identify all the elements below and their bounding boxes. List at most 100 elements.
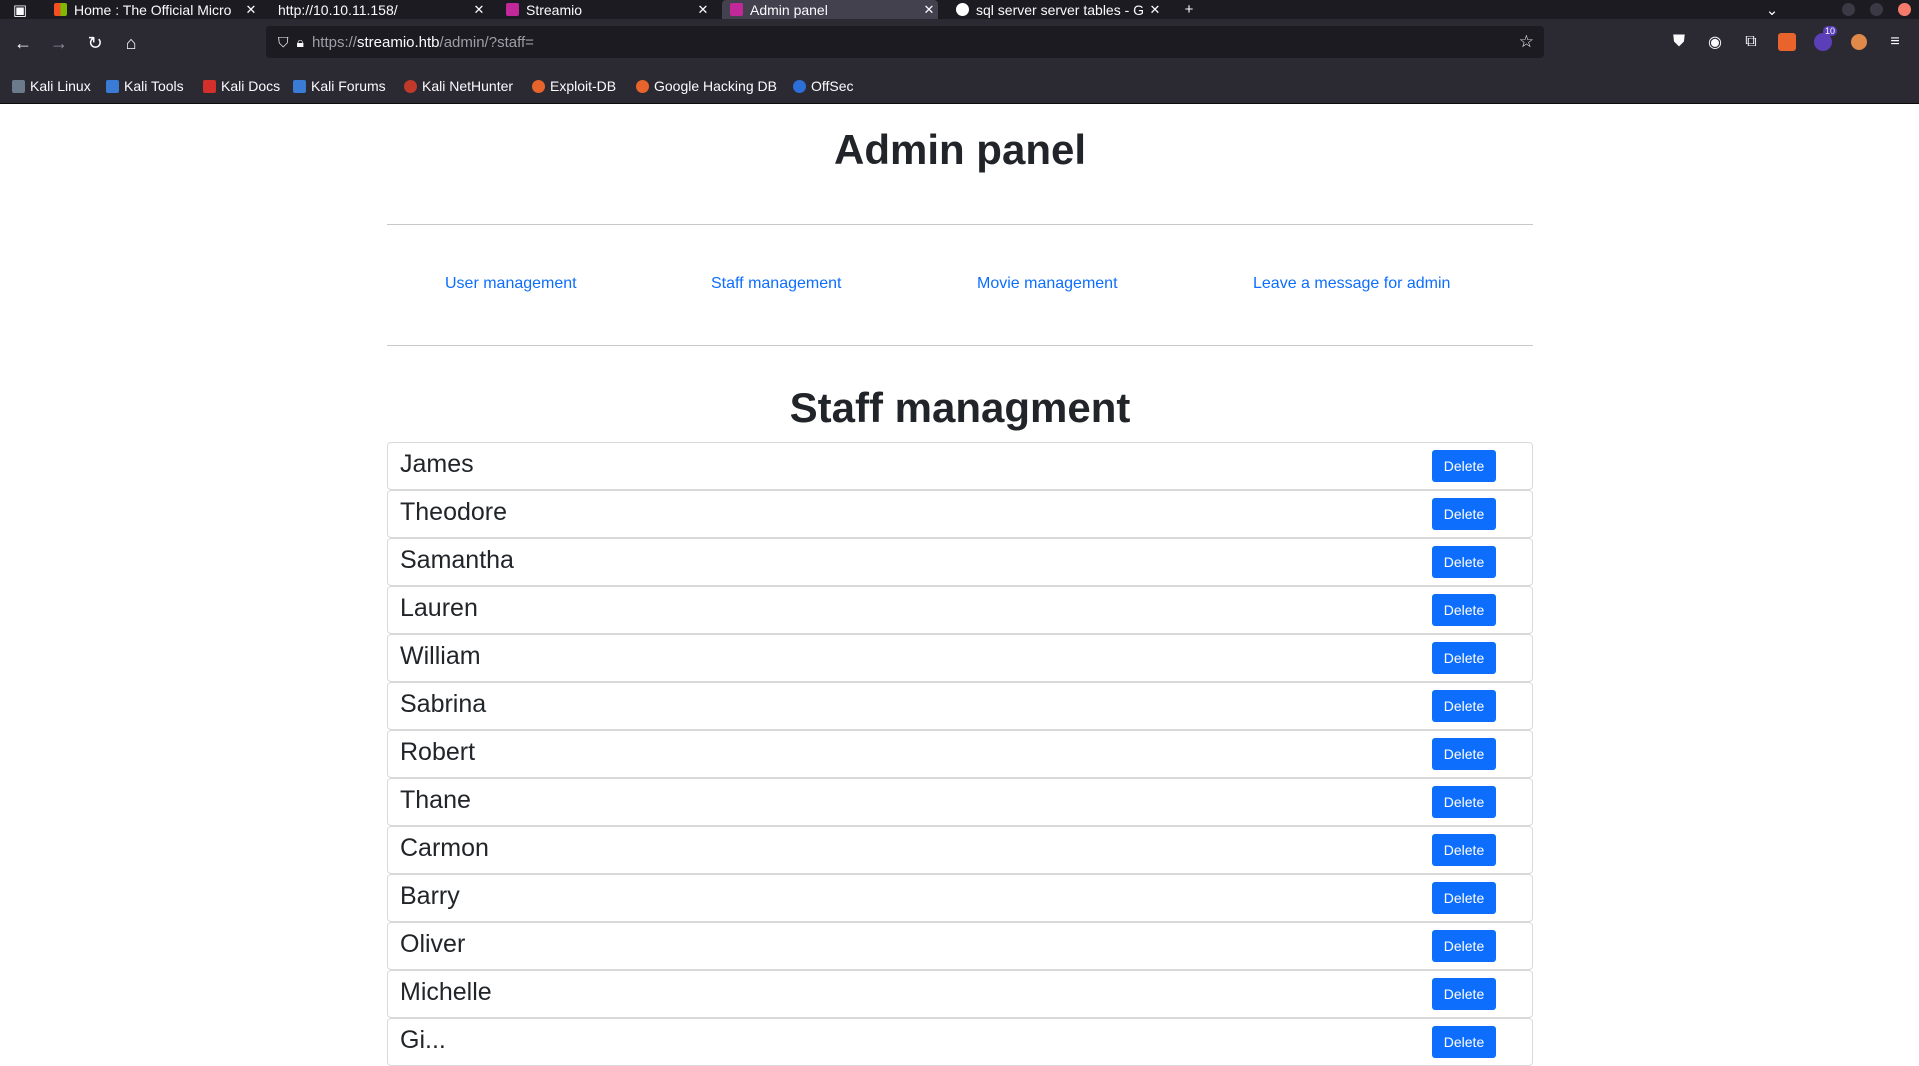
bookmark-label: Exploit-DB: [550, 78, 617, 94]
staff-row: Theodore Delete: [387, 490, 1533, 538]
google-logo-icon: [956, 3, 969, 16]
staff-row: Lauren Delete: [387, 586, 1533, 634]
bookmark-label: Kali NetHunter: [422, 78, 514, 94]
divider: [387, 345, 1533, 346]
kali-docs-icon: [203, 79, 216, 93]
staff-name: Sabrina: [400, 690, 487, 718]
delete-button[interactable]: Delete: [1432, 642, 1496, 674]
tab-microsoft[interactable]: Home : The Official Micro ✕: [46, 0, 260, 19]
nav-user-management-link[interactable]: User management: [445, 275, 577, 293]
url-path: /admin/?staff=: [439, 33, 534, 51]
delete-button[interactable]: Delete: [1432, 498, 1496, 530]
account-icon[interactable]: ◉: [1703, 30, 1727, 54]
tab-title: Admin panel: [750, 1, 828, 18]
staff-row: Samantha Delete: [387, 538, 1533, 586]
delete-button[interactable]: Delete: [1432, 690, 1496, 722]
tab-streamio[interactable]: Streamio ✕: [498, 0, 712, 19]
url-bar[interactable]: ⛉ 🔒︎ https://streamio.htb/admin/?staff= …: [266, 26, 1544, 58]
new-tab-button[interactable]: +: [1176, 0, 1202, 19]
ghdb-icon: [636, 79, 649, 93]
bookmark-label: Kali Linux: [30, 78, 91, 94]
nav-staff-management-link[interactable]: Staff management: [711, 275, 841, 293]
firefox-view-icon[interactable]: ▣: [8, 0, 32, 19]
tab-google[interactable]: sql server server tables - G ✕: [948, 0, 1164, 19]
tab-bar: ▣ Home : The Official Micro ✕ http://10.…: [0, 0, 1919, 19]
delete-button[interactable]: Delete: [1432, 450, 1496, 482]
bookmark-label: OffSec: [811, 78, 854, 94]
extension-badge-count: 10: [1822, 26, 1837, 36]
maximize-button[interactable]: [1870, 3, 1883, 16]
home-icon[interactable]: ⌂: [119, 31, 143, 55]
forward-arrow-icon[interactable]: →: [47, 31, 71, 55]
url-host: streamio.htb: [356, 33, 440, 51]
lock-icon[interactable]: 🔒︎: [297, 34, 304, 51]
bookmark-kali-tools[interactable]: Kali Tools: [106, 78, 184, 94]
delete-button[interactable]: Delete: [1432, 786, 1496, 818]
extensions-icon[interactable]: ⧉: [1739, 30, 1763, 54]
tab-title: Streamio: [526, 1, 583, 18]
bookmark-kali-forums[interactable]: Kali Forums: [293, 78, 386, 94]
back-arrow-icon[interactable]: ←: [11, 31, 35, 55]
delete-button[interactable]: Delete: [1432, 882, 1496, 914]
bookmark-google-hacking-db[interactable]: Google Hacking DB: [636, 78, 777, 94]
tab-admin-panel[interactable]: Admin panel ✕: [722, 0, 938, 19]
staff-name: Michelle: [400, 978, 492, 1006]
staff-row: Oliver Delete: [387, 922, 1533, 970]
staff-row: Robert Delete: [387, 730, 1533, 778]
close-icon[interactable]: ✕: [1146, 2, 1164, 18]
tab-title: sql server server tables - G: [976, 1, 1145, 18]
staff-name: James: [400, 450, 474, 478]
bookmark-kali-linux[interactable]: Kali Linux: [12, 78, 91, 94]
delete-button[interactable]: Delete: [1432, 834, 1496, 866]
tab-ip[interactable]: http://10.10.11.158/ ✕: [270, 0, 488, 19]
bookmark-kali-docs[interactable]: Kali Docs: [203, 78, 280, 94]
staff-name: Samantha: [400, 546, 514, 574]
burp-extension-icon[interactable]: [1775, 30, 1799, 54]
color-palette-icon[interactable]: [1847, 30, 1871, 54]
bookmarks-toolbar: Kali Linux Kali Tools Kali Docs Kali For…: [0, 66, 1919, 104]
staff-row: Carmon Delete: [387, 826, 1533, 874]
close-icon[interactable]: ✕: [470, 2, 488, 18]
staff-row: Thane Delete: [387, 778, 1533, 826]
nav-movie-management-link[interactable]: Movie management: [977, 275, 1118, 293]
delete-button[interactable]: Delete: [1432, 738, 1496, 770]
tab-title: Home : The Official Micro: [74, 1, 232, 18]
extension-badge-icon[interactable]: 10: [1811, 26, 1837, 54]
bookmark-label: Kali Docs: [221, 78, 281, 94]
nethunter-icon: [404, 79, 417, 93]
bookmark-offsec[interactable]: OffSec: [793, 78, 854, 94]
bookmark-kali-nethunter[interactable]: Kali NetHunter: [404, 78, 513, 94]
list-tabs-icon[interactable]: ⌄: [1760, 0, 1784, 19]
offsec-icon: [793, 79, 806, 93]
kali-tools-icon: [106, 79, 119, 93]
delete-button[interactable]: Delete: [1432, 930, 1496, 962]
staff-row: James Delete: [387, 442, 1533, 490]
close-icon[interactable]: ✕: [242, 2, 260, 18]
tab-title: http://10.10.11.158/: [278, 1, 398, 18]
admin-nav: User management Staff management Movie m…: [387, 275, 1533, 297]
close-window-button[interactable]: [1898, 3, 1911, 16]
streamio-favicon-icon: [730, 3, 743, 16]
delete-button[interactable]: Delete: [1432, 594, 1496, 626]
reload-icon[interactable]: ↻: [83, 31, 107, 55]
page-content: Admin panel User management Staff manage…: [0, 104, 1919, 1066]
staff-row: Barry Delete: [387, 874, 1533, 922]
bookmark-exploit-db[interactable]: Exploit-DB: [532, 78, 616, 94]
bookmark-star-icon[interactable]: ☆: [1519, 32, 1534, 52]
delete-button[interactable]: Delete: [1432, 546, 1496, 578]
staff-name: William: [400, 642, 481, 670]
nav-leave-message-link[interactable]: Leave a message for admin: [1253, 275, 1450, 293]
minimize-button[interactable]: [1842, 3, 1855, 16]
staff-name: Gi...: [400, 1026, 446, 1054]
bookmark-label: Google Hacking DB: [654, 78, 777, 94]
pocket-icon[interactable]: ⛊: [1667, 30, 1691, 54]
microsoft-logo-icon: [54, 3, 67, 16]
delete-button[interactable]: Delete: [1432, 978, 1496, 1010]
exploit-db-icon: [532, 79, 545, 93]
bookmark-label: Kali Tools: [124, 78, 184, 94]
close-icon[interactable]: ✕: [694, 2, 712, 18]
menu-icon[interactable]: ≡: [1883, 30, 1907, 54]
shield-icon[interactable]: ⛉: [278, 34, 289, 51]
staff-name: Theodore: [400, 498, 508, 526]
close-icon[interactable]: ✕: [920, 2, 938, 18]
